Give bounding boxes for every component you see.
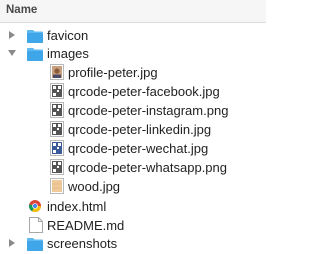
qrcode-thumbnail-icon — [50, 102, 64, 118]
qrcode-thumbnail-icon — [50, 83, 64, 99]
tree-row-label: images — [47, 46, 89, 61]
tree-row-images-folder[interactable]: images — [0, 43, 266, 64]
tree-row-label: qrcode-peter-wechat.jpg — [68, 141, 209, 156]
tree-row-label: qrcode-peter-instagram.png — [68, 103, 229, 118]
folder-icon — [27, 238, 43, 251]
document-icon — [29, 217, 43, 233]
tree-row-label: qrcode-peter-whatsapp.png — [68, 160, 227, 175]
chevron-right-icon[interactable] — [7, 30, 17, 40]
tree-row-label: profile-peter.jpg — [68, 65, 158, 80]
qrcode-thumbnail-icon — [50, 140, 64, 156]
tree-row-label: favicon — [47, 28, 89, 43]
tree-row-label: qrcode-peter-linkedin.jpg — [68, 122, 212, 137]
wood-thumbnail-icon — [50, 178, 64, 194]
tree-row-index-html[interactable]: index.html — [0, 196, 266, 217]
qrcode-thumbnail-icon — [50, 121, 64, 137]
tree-row-qrcode-wechat[interactable]: qrcode-peter-wechat.jpg — [0, 138, 266, 159]
name-column-label: Name — [6, 4, 38, 16]
chrome-html-icon — [28, 200, 41, 213]
tree-row-label: README.md — [47, 218, 125, 233]
chevron-down-icon[interactable] — [7, 48, 17, 58]
chevron-right-icon[interactable] — [7, 238, 17, 248]
tree-row-qrcode-linkedin[interactable]: qrcode-peter-linkedin.jpg — [0, 119, 266, 140]
tree-row-qrcode-instagram[interactable]: qrcode-peter-instagram.png — [0, 100, 266, 121]
folder-icon — [27, 48, 43, 61]
qrcode-thumbnail-icon — [50, 159, 64, 175]
tree-row-qrcode-whatsapp[interactable]: qrcode-peter-whatsapp.png — [0, 157, 266, 178]
column-header[interactable]: Name — [0, 0, 266, 23]
tree-row-screenshots-folder[interactable]: screenshots — [0, 233, 266, 254]
tree-row-label: qrcode-peter-facebook.jpg — [68, 84, 220, 99]
tree-row-label: index.html — [47, 199, 107, 214]
folder-icon — [27, 30, 43, 43]
tree-row-wood-jpg[interactable]: wood.jpg — [0, 176, 266, 197]
tree-row-label: screenshots — [47, 236, 118, 251]
tree-row-label: wood.jpg — [68, 179, 121, 194]
image-thumbnail-icon — [50, 64, 64, 80]
tree-row-qrcode-facebook[interactable]: qrcode-peter-facebook.jpg — [0, 81, 266, 102]
tree-row-profile-peter-jpg[interactable]: profile-peter.jpg — [0, 62, 266, 83]
